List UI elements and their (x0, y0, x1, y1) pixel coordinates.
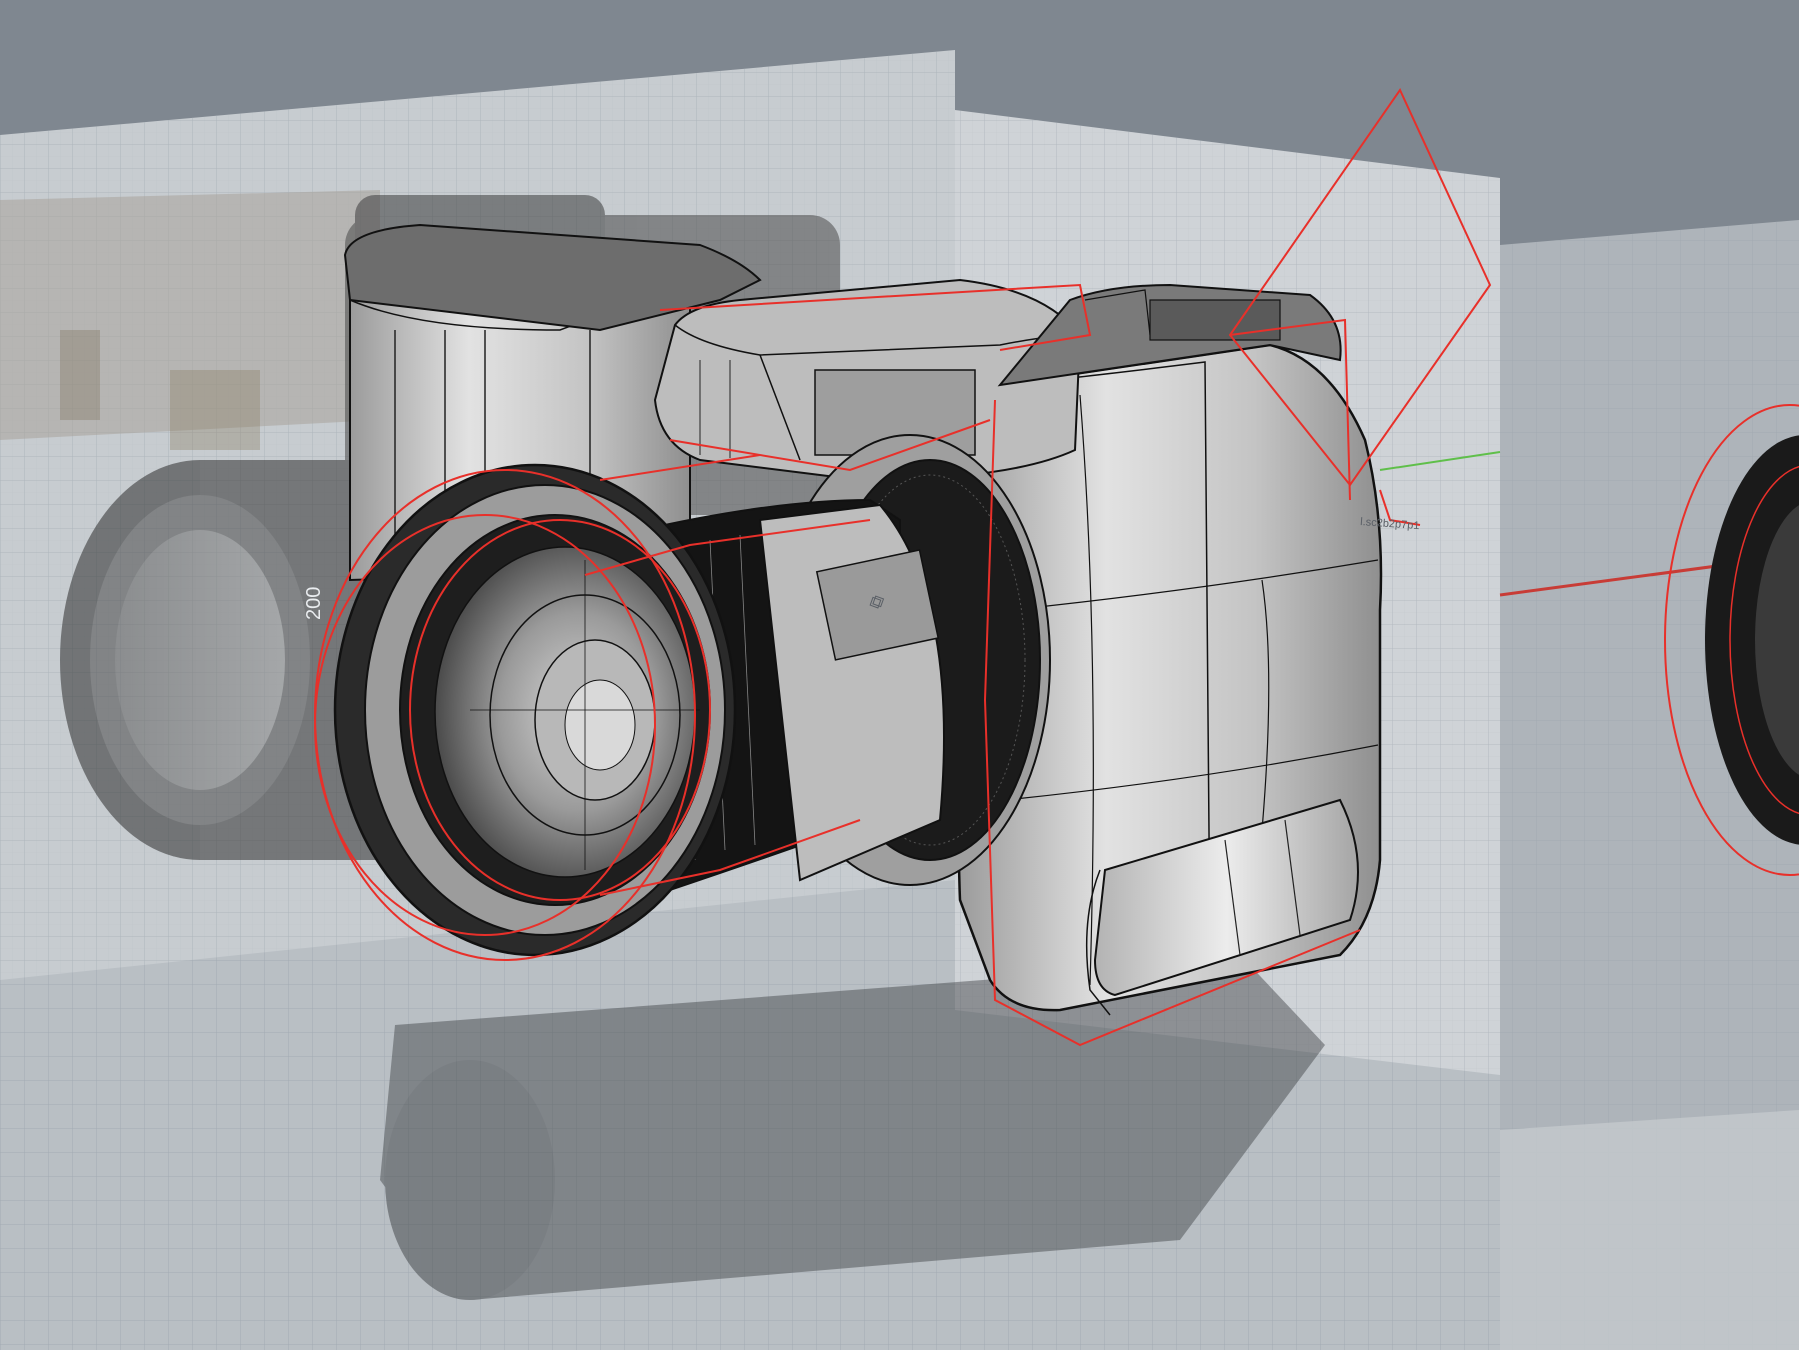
viewport-scene[interactable]: ⧉ 200 l.sc2b2p7p1 (0, 0, 1799, 1350)
modeling-viewport[interactable]: ⧉ 200 l.sc2b2p7p1 (0, 0, 1799, 1350)
secondary-view-plane (1499, 220, 1799, 1350)
dimension-label: 200 (303, 587, 325, 620)
